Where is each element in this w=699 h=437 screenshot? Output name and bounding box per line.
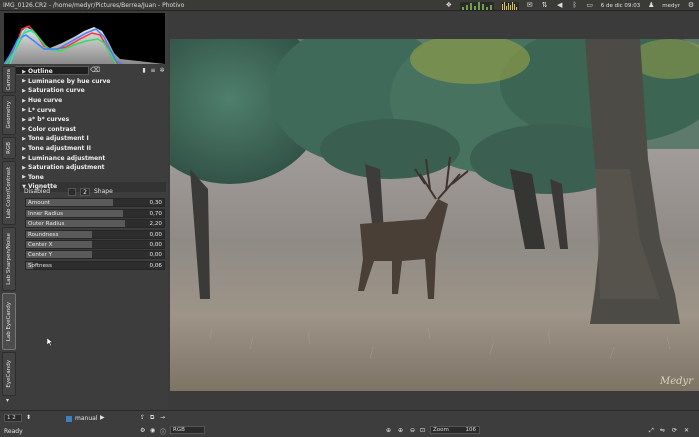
vignette-mode-dropdown[interactable] xyxy=(68,187,76,196)
expand-icon: ▶ xyxy=(22,174,26,181)
tab-lab-eyecandy[interactable]: Lab EyeCandy xyxy=(2,293,16,350)
slider-roundness[interactable]: Roundness 0,00 xyxy=(25,229,165,239)
clock[interactable]: 6 de dic 09:03 xyxy=(601,3,641,9)
pin-down-icon[interactable]: ⬍ xyxy=(26,414,31,421)
tab-strip: Camera Geometry RGB Lab Color/Contrast L… xyxy=(0,66,18,406)
expand-icon: ▶ xyxy=(22,155,26,162)
page-selector[interactable]: 1 2 xyxy=(4,414,22,422)
bluetooth-icon[interactable]: ᛒ xyxy=(571,2,579,9)
tool-outline[interactable]: ▶ Outline xyxy=(20,67,166,77)
slider-outer-radius[interactable]: Outer Radius 2,20 xyxy=(25,219,165,229)
vignette-panel: Disabled 2 Shape Amount 0,30 Inner Radius… xyxy=(20,186,166,271)
tool-hue-curve[interactable]: ▶ Hue curve xyxy=(20,96,166,106)
slider-softness[interactable]: Softness 0,06 xyxy=(25,260,165,270)
cpu-graph[interactable] xyxy=(500,1,519,10)
user-icon: ♟ xyxy=(648,1,655,9)
colorspace-select[interactable]: RGB xyxy=(170,426,205,434)
expand-icon: ▶ xyxy=(22,116,26,123)
rotate-icon[interactable]: ⟳ xyxy=(672,427,677,434)
export-icon[interactable]: ⇪ xyxy=(140,414,145,421)
tool-saturation-curve[interactable]: ▶ Saturation curve xyxy=(20,86,166,96)
tab-lab-sharpen-noise[interactable]: Lab Sharpen/Noise xyxy=(2,227,16,291)
tab-camera[interactable]: Camera xyxy=(2,66,16,93)
slider-amount[interactable]: Amount 0,30 xyxy=(25,198,165,208)
expand-icon: ▶ xyxy=(22,97,26,104)
zoom-in-icon[interactable]: ⊕ xyxy=(398,427,403,434)
scroll-down-icon[interactable]: ▾ xyxy=(6,397,9,404)
expand-icon: ▶ xyxy=(22,68,26,75)
dropbox-icon[interactable]: ❖ xyxy=(445,2,453,9)
slider-center-y[interactable]: Center Y 0,00 xyxy=(25,250,165,260)
user-name[interactable]: medyr xyxy=(662,3,680,9)
tab-eyecandy[interactable]: EyeCandy xyxy=(2,352,16,396)
expand-icon: ▶ xyxy=(22,87,26,94)
vignette-header: Disabled 2 Shape xyxy=(20,186,166,197)
tool-luminance-by-hue-curve[interactable]: ▶ Luminance by hue curve xyxy=(20,77,166,87)
tool-tone[interactable]: ▶ Tone xyxy=(20,173,166,183)
close-icon[interactable]: ✕ xyxy=(684,427,689,434)
zoom-fit-icon[interactable]: ⊕ xyxy=(386,427,391,434)
photo xyxy=(170,39,699,391)
tab-lab-color-contrast[interactable]: Lab Color/Contrast xyxy=(2,161,16,225)
histogram-graph xyxy=(3,25,165,65)
tool-ab-curves[interactable]: ▶ a* b* curves xyxy=(20,115,166,125)
expand-icon: ▶ xyxy=(22,135,26,142)
slider-inner-radius[interactable]: Inner Radius 0,70 xyxy=(25,208,165,218)
arrow-right-icon[interactable]: → xyxy=(160,414,165,421)
volume-icon[interactable]: ◀ xyxy=(556,2,564,9)
mouse-cursor xyxy=(46,337,54,347)
eye-icon[interactable]: ◉ xyxy=(150,427,155,434)
mail-icon[interactable]: ✉ xyxy=(526,2,534,9)
battery-icon[interactable]: ▭ xyxy=(586,2,594,9)
tab-geometry[interactable]: Geometry xyxy=(2,95,16,135)
expand-icon: ▶ xyxy=(22,107,26,114)
vignette-mode-select[interactable]: Disabled xyxy=(24,188,64,195)
tool-l-curve[interactable]: ▶ L* curve xyxy=(20,105,166,115)
status-text: Ready xyxy=(4,428,23,435)
expand-icon: ▶ xyxy=(22,164,26,171)
slider-center-x[interactable]: Center X 0,00 xyxy=(25,239,165,249)
network-graph[interactable] xyxy=(459,1,494,10)
manual-mode[interactable]: manual xyxy=(66,415,97,422)
tool-tone-adjustment-2[interactable]: ▶ Tone adjustment II xyxy=(20,144,166,154)
expand-icon: ▶ xyxy=(22,145,26,152)
settings-small-icon[interactable]: ⚙ xyxy=(140,427,145,434)
batch-icon[interactable]: ⧉ xyxy=(150,414,154,422)
color-swatch-icon xyxy=(66,415,72,422)
window-titlebar: IMG_0126.CR2 - /home/medyr/Pictures/Berr… xyxy=(0,0,699,11)
tab-rgb[interactable]: RGB xyxy=(2,137,16,159)
expand-icon: ▶ xyxy=(22,126,26,133)
flip-icon[interactable]: ⇋ xyxy=(660,427,665,434)
watermark: Medyr xyxy=(660,376,693,387)
histogram[interactable] xyxy=(3,13,165,65)
tool-tone-adjustment-1[interactable]: ▶ Tone adjustment I xyxy=(20,134,166,144)
shape-value[interactable]: 2 xyxy=(80,187,90,196)
zoom-out-icon[interactable]: ⊖ xyxy=(410,427,415,434)
image-canvas[interactable]: Medyr xyxy=(170,39,699,391)
status-bar: 1 2 ⬍ manual ▶ ⇪ ⧉ → ⚙ ◉ ⓘ RGB ⊕ ⊕ ⊖ ⊡ Z… xyxy=(0,410,699,437)
tool-saturation-adjustment[interactable]: ▶ Saturation adjustment xyxy=(20,163,166,173)
play-icon[interactable]: ▶ xyxy=(100,414,105,421)
tool-color-contrast[interactable]: ▶ Color contrast xyxy=(20,125,166,135)
info-icon[interactable]: ⓘ xyxy=(160,427,166,436)
system-tray: ❖ ✉ ⇅ ◀ ᛒ ▭ 6 de dic 09:03 ♟ medyr ⚙ xyxy=(445,0,695,11)
fullscreen-icon[interactable]: ⤢ xyxy=(649,427,654,435)
tool-luminance-adjustment[interactable]: ▶ Luminance adjustment xyxy=(20,153,166,163)
expand-icon: ▶ xyxy=(22,78,26,85)
network-icon[interactable]: ⇅ xyxy=(541,2,549,9)
window-title: IMG_0126.CR2 - /home/medyr/Pictures/Berr… xyxy=(3,1,185,9)
gear-icon[interactable]: ⚙ xyxy=(687,2,695,9)
zoom-100-icon[interactable]: ⊡ xyxy=(420,427,425,434)
shape-label: Shape xyxy=(94,188,113,195)
zoom-box[interactable]: Zoom 106 xyxy=(430,426,480,434)
